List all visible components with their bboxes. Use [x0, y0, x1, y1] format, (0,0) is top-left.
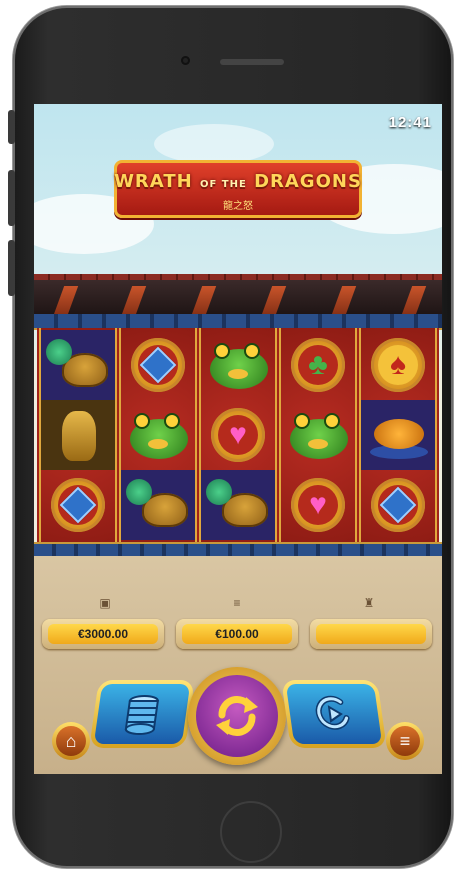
bet-display: €100.00: [176, 619, 298, 649]
roof-eaves: [34, 280, 442, 314]
symbol-turtle-dragon: [201, 470, 275, 540]
symbol-turtle-dragon: [121, 470, 195, 540]
logo-title-of-the: OF THE: [199, 179, 247, 190]
jade-toad-icon: [204, 335, 272, 395]
symbol-jade-toad: [201, 330, 275, 400]
symbol-jade-toad: [281, 400, 355, 470]
symbol-koi-fish: [361, 400, 435, 470]
blue-diamond-coin-icon: [131, 338, 185, 392]
jade-toad-icon: [124, 405, 192, 465]
wallet-icon: ▣: [99, 596, 111, 610]
symbol-turtle-dragon: [41, 330, 115, 400]
game-logo: WRATH OF THE DRAGONS 龍之怒: [114, 160, 362, 218]
monkey-statue-icon: [44, 405, 112, 465]
club-coin-icon: ♣: [291, 338, 345, 392]
mute-switch: [8, 110, 15, 144]
turtle-dragon-icon: [204, 475, 272, 535]
volume-up-button: [8, 170, 15, 226]
blue-diamond-coin-icon: [51, 478, 105, 532]
win-value: [316, 624, 426, 644]
koi-fish-icon: [364, 405, 432, 465]
balance-value: €3000.00: [48, 624, 158, 644]
reel-3: ♥: [199, 328, 277, 542]
cloud: [154, 124, 274, 164]
reel-5: ♠: [359, 328, 437, 542]
reel-2: [119, 328, 197, 542]
hamburger-menu-icon: ≡: [390, 726, 420, 756]
status-time: 12:41: [388, 114, 432, 131]
turtle-dragon-icon: [44, 335, 112, 395]
spin-button[interactable]: [188, 667, 286, 765]
bet-value: €100.00: [182, 624, 292, 644]
coins-icon: ≡: [233, 596, 241, 610]
logo-title-wrath: WRATH: [114, 171, 193, 192]
front-camera: [181, 56, 190, 65]
coin-stack-icon: [124, 695, 159, 735]
logo-subtitle: 龍之怒: [223, 201, 253, 212]
symbol-blue-diamond-coin: [41, 470, 115, 540]
logo-title: WRATH OF THE DRAGONS: [114, 171, 362, 192]
blue-diamond-coin-icon: [371, 478, 425, 532]
volume-down-button: [8, 240, 15, 296]
balance-display: €3000.00: [42, 619, 164, 649]
trophy-icon: ♜: [363, 596, 375, 610]
heart-coin-icon: ♥: [291, 478, 345, 532]
symbol-spade-coin: ♠: [361, 330, 435, 400]
symbol-blue-diamond-coin: [361, 470, 435, 540]
symbol-heart-coin: ♥: [281, 470, 355, 540]
home-icon: ⌂: [56, 726, 86, 756]
earpiece-speaker: [220, 59, 284, 65]
home-button[interactable]: ⌂: [52, 722, 90, 760]
symbol-monkey-statue: [41, 400, 115, 470]
symbol-club-coin: ♣: [281, 330, 355, 400]
bet-button[interactable]: [89, 680, 195, 748]
spade-coin-icon: ♠: [371, 338, 425, 392]
reel-grid: ♥ ♣ ♥ ♠: [37, 328, 439, 542]
reel-4: ♣ ♥: [279, 328, 357, 542]
game-screen: 12:41 WRATH OF THE DRAGONS 龍之怒 ♥ ♣ ♥ ♠ ▣…: [34, 104, 442, 774]
symbol-blue-diamond-coin: [121, 330, 195, 400]
reel-1: [39, 328, 117, 542]
hardware-home-button[interactable]: [220, 801, 282, 863]
menu-button[interactable]: ≡: [386, 722, 424, 760]
autoplay-button[interactable]: [281, 680, 387, 748]
turtle-dragon-icon: [124, 475, 192, 535]
spin-arrows-icon: [216, 695, 258, 737]
symbol-heart-coin: ♥: [201, 400, 275, 470]
reel-base-frieze: [34, 542, 442, 556]
jade-toad-icon: [284, 405, 352, 465]
heart-coin-icon: ♥: [211, 408, 265, 462]
symbol-jade-toad: [121, 400, 195, 470]
win-display: [310, 619, 432, 649]
autoplay-icon: [315, 695, 350, 730]
logo-title-dragons: DRAGONS: [254, 171, 362, 192]
